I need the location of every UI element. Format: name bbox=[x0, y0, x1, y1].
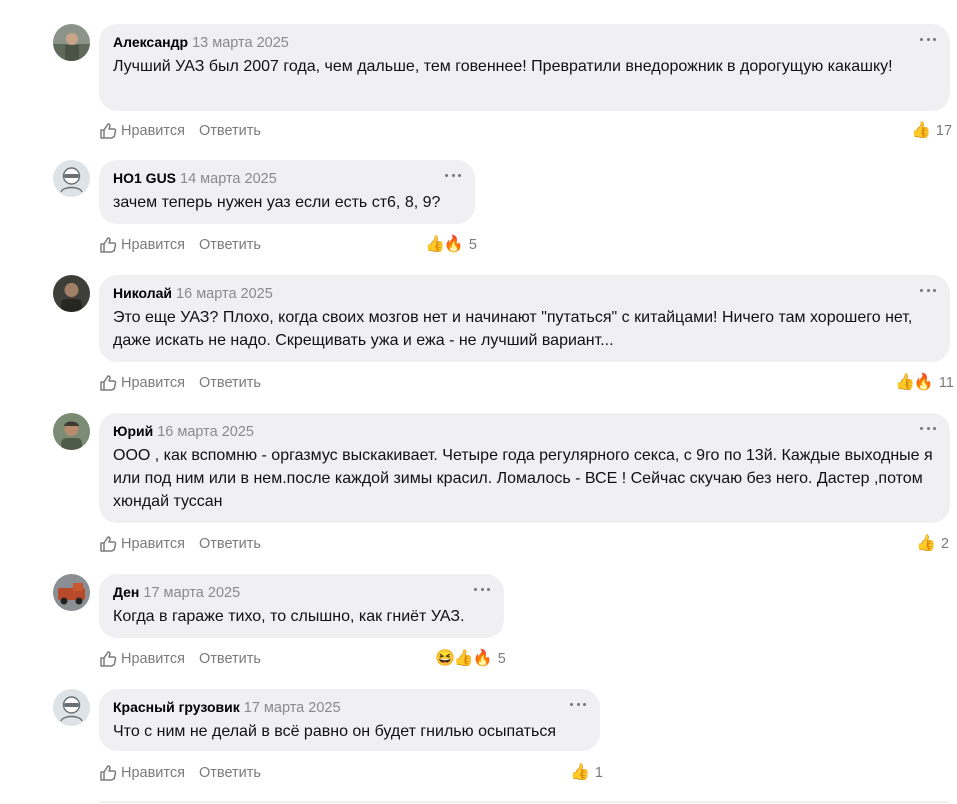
thumbs-up-outline-icon bbox=[100, 375, 117, 391]
comment-date: 17 марта 2025 bbox=[243, 700, 341, 716]
like-button[interactable]: Нравится bbox=[99, 374, 185, 392]
author-name[interactable]: Юрий bbox=[113, 423, 153, 439]
comment-date: 17 марта 2025 bbox=[143, 585, 241, 601]
comment-text: Это еще УАЗ? Плохо, когда своих мозгов н… bbox=[113, 309, 913, 349]
thumbs-up-outline-icon bbox=[100, 237, 117, 253]
more-options-icon[interactable] bbox=[445, 169, 461, 181]
thumbs-up-icon: 👍 bbox=[911, 122, 931, 139]
thumbs-up-outline-icon bbox=[100, 123, 117, 139]
like-label: Нравится bbox=[121, 237, 185, 253]
like-label: Нравится bbox=[121, 375, 185, 391]
reply-button[interactable]: Ответить bbox=[199, 123, 261, 139]
more-options-icon[interactable] bbox=[920, 422, 936, 434]
like-label: Нравится bbox=[121, 651, 185, 667]
reactions[interactable]: 👍 🔥 11 bbox=[895, 373, 954, 393]
thumbs-up-outline-icon bbox=[100, 765, 117, 781]
like-button[interactable]: Нравится bbox=[99, 764, 185, 782]
reactions[interactable]: 😆 👍 🔥 5 bbox=[435, 649, 506, 669]
reply-button[interactable]: Ответить bbox=[199, 237, 261, 253]
comment-actions: Нравится Ответить bbox=[99, 235, 261, 255]
more-options-icon[interactable] bbox=[570, 698, 586, 710]
like-button[interactable]: Нравится bbox=[99, 650, 185, 668]
reactions[interactable]: 👍 17 bbox=[911, 121, 952, 141]
avatar[interactable] bbox=[53, 689, 90, 726]
reactions[interactable]: 👍 🔥 5 bbox=[425, 235, 477, 255]
comment-date: 14 марта 2025 bbox=[180, 171, 277, 187]
reply-button[interactable]: Ответить bbox=[199, 765, 261, 781]
thumbs-up-icon: 👍 bbox=[895, 374, 915, 391]
more-options-icon[interactable] bbox=[920, 284, 936, 296]
like-label: Нравится bbox=[121, 536, 185, 552]
avatar[interactable] bbox=[53, 574, 90, 611]
reaction-count: 5 bbox=[468, 237, 477, 253]
laughing-icon: 😆 bbox=[435, 650, 455, 667]
comment-actions: Нравится Ответить bbox=[99, 649, 261, 669]
comment-date: 13 марта 2025 bbox=[192, 35, 289, 51]
comment-bubble: Ден 17 марта 2025 Когда в гараже тихо, то… bbox=[99, 574, 504, 638]
fire-icon: 🔥 bbox=[443, 236, 464, 253]
like-button[interactable]: Нравится bbox=[99, 236, 185, 254]
thumbs-up-icon: 👍 bbox=[453, 650, 474, 667]
comment-text: Когда в гараже тихо, то слышно, как гниё… bbox=[113, 608, 465, 625]
comment-actions: Нравится Ответить bbox=[99, 121, 261, 141]
reply-button[interactable]: Ответить bbox=[199, 536, 261, 552]
like-button[interactable]: Нравится bbox=[99, 535, 185, 553]
comment-actions: Нравится Ответить bbox=[99, 534, 261, 554]
author-name[interactable]: Николай bbox=[113, 285, 172, 301]
author-name[interactable]: НО1 GUS bbox=[113, 170, 176, 186]
reactions[interactable]: 👍 1 bbox=[570, 763, 603, 783]
comment-actions: Нравится Ответить bbox=[99, 373, 261, 393]
thumbs-up-icon: 👍 bbox=[425, 236, 445, 253]
comment-date: 16 марта 2025 bbox=[157, 424, 254, 440]
comment-date: 16 марта 2025 bbox=[176, 286, 273, 302]
reaction-count: 5 bbox=[497, 651, 506, 667]
comment-text: ООО , как вспомню - оргазмус выскакивает… bbox=[113, 447, 933, 510]
comment-bubble: Николай 16 марта 2025 Это еще УАЗ? Плохо,… bbox=[99, 275, 950, 362]
reaction-count: 17 bbox=[935, 123, 953, 139]
avatar[interactable] bbox=[53, 275, 90, 312]
fire-icon: 🔥 bbox=[472, 650, 493, 667]
reactions[interactable]: 👍 2 bbox=[916, 534, 949, 554]
like-label: Нравится bbox=[121, 123, 185, 139]
avatar[interactable] bbox=[53, 160, 90, 197]
comment-text: Лучший УАЗ был 2007 года, чем дальше, те… bbox=[113, 58, 893, 75]
comment-bubble: Александр 13 марта 2025 Лучший УАЗ был 20… bbox=[99, 24, 950, 111]
avatar[interactable] bbox=[53, 413, 90, 450]
reaction-count: 11 bbox=[938, 375, 954, 391]
comment-bubble: Юрий 16 марта 2025 ООО , как вспомню - ор… bbox=[99, 413, 950, 523]
comment-bubble: НО1 GUS 14 марта 2025 зачем теперь нужен … bbox=[99, 160, 475, 224]
thumbs-up-icon: 👍 bbox=[916, 535, 936, 552]
comment-actions: Нравится Ответить bbox=[99, 763, 261, 783]
avatar[interactable] bbox=[53, 24, 90, 61]
like-button[interactable]: Нравится bbox=[99, 122, 185, 140]
author-name[interactable]: Александр bbox=[113, 34, 188, 50]
comment-text: зачем теперь нужен уаз если есть ст6, 8,… bbox=[113, 194, 441, 211]
thumbs-up-outline-icon bbox=[100, 651, 117, 667]
divider bbox=[99, 801, 949, 803]
thumbs-up-icon: 👍 bbox=[570, 764, 590, 781]
more-options-icon[interactable] bbox=[474, 583, 490, 595]
reply-button[interactable]: Ответить bbox=[199, 651, 261, 667]
reaction-count: 2 bbox=[940, 536, 949, 552]
fire-icon: 🔥 bbox=[913, 374, 934, 391]
author-name[interactable]: Ден bbox=[113, 584, 139, 600]
author-name[interactable]: Красный грузовик bbox=[113, 699, 240, 715]
thumbs-up-outline-icon bbox=[100, 536, 117, 552]
comment-bubble: Красный грузовик 17 марта 2025 Что с ним … bbox=[99, 689, 600, 751]
comment-text: Что с ним не делай в всё равно он будет … bbox=[113, 723, 557, 740]
reaction-count: 1 bbox=[594, 765, 603, 781]
more-options-icon[interactable] bbox=[920, 33, 936, 45]
like-label: Нравится bbox=[121, 765, 185, 781]
reply-button[interactable]: Ответить bbox=[199, 375, 261, 391]
